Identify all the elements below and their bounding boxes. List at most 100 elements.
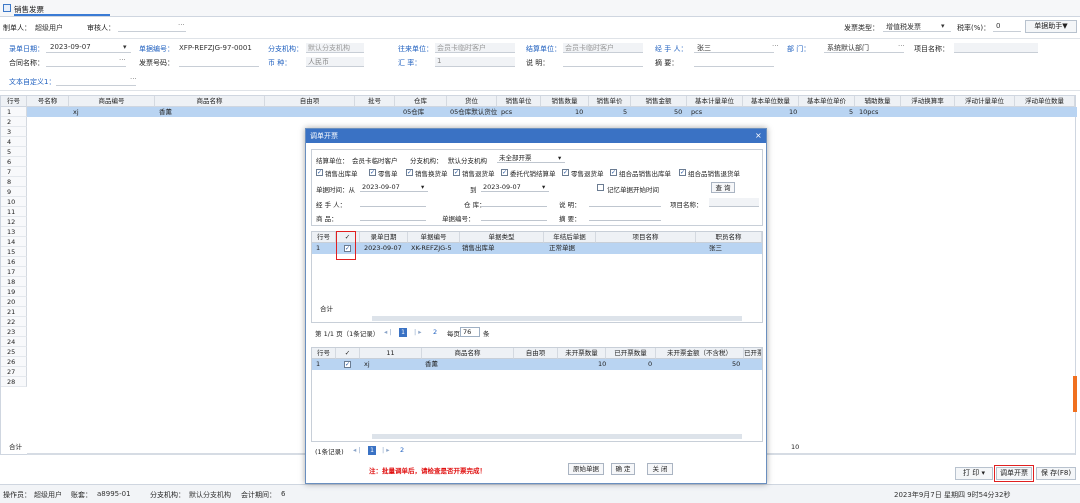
d-wh-input[interactable] — [481, 198, 547, 207]
summary-input[interactable] — [694, 57, 774, 67]
d-note-input[interactable] — [589, 198, 661, 207]
contract-input[interactable] — [46, 57, 126, 67]
grid-total-qty: 10 — [791, 443, 800, 451]
status-bar: 操作员： 超级用户 账套： a8995-01 分支机构： 默认分支机构 会计期间… — [0, 484, 1080, 503]
d-goods-input[interactable] — [360, 212, 426, 221]
date-to-value: 2023-09-07 — [483, 183, 521, 191]
period-label: 会计期间： — [241, 491, 276, 499]
grid-header: 浮动单位数量 — [1015, 96, 1075, 107]
close-button[interactable]: 关 闭 — [647, 463, 673, 475]
doc-no-value: XFP-REFZJG-97-0001 — [179, 44, 252, 52]
handler-input[interactable]: 张三 — [694, 43, 774, 53]
status-select[interactable]: 未全部开票 ▾ — [497, 154, 565, 163]
tax-input[interactable]: 0 — [993, 22, 1021, 32]
check-consign[interactable]: ✓ — [501, 169, 508, 176]
warning-text: 注：批量调单后，请检查是否开票完成！ — [369, 467, 486, 475]
project-input[interactable] — [954, 43, 1038, 53]
ok-button[interactable]: 确 定 — [611, 463, 635, 475]
page-number[interactable]: 1 — [368, 446, 376, 455]
auditor-field[interactable] — [118, 22, 186, 32]
check-combo-out[interactable]: ✓ — [610, 169, 617, 176]
close-icon[interactable]: × — [755, 131, 762, 140]
d-project-input[interactable] — [709, 198, 759, 207]
d-summary-input[interactable] — [589, 212, 661, 221]
pager-next-icon[interactable]: | ▸ — [382, 446, 390, 454]
pager-prev-icon[interactable]: ◂ | — [384, 328, 392, 336]
contract-picker-icon[interactable]: ··· — [119, 56, 126, 64]
invoice-type-label: 发票类型： — [844, 24, 879, 32]
note-input[interactable] — [563, 57, 643, 67]
t2-cell: 0 — [648, 360, 653, 368]
page-size-input[interactable]: 76 — [460, 327, 480, 337]
page-number[interactable]: 1 — [399, 328, 407, 337]
t2-row-check[interactable]: ✓ — [344, 361, 351, 368]
dept-input[interactable]: 系统默认部门 — [824, 43, 904, 53]
datetime: 2023年9月7日 星期四 9时54分32秒 — [894, 491, 1011, 499]
invoice-type-select[interactable]: 增值税发票 ▾ — [883, 22, 951, 32]
dept-value: 系统默认部门 — [827, 44, 869, 52]
check-sales-out[interactable]: ✓ — [316, 169, 323, 176]
date-to-input[interactable]: 2023-09-07 ▾ — [481, 183, 549, 192]
dept-picker-icon[interactable]: ··· — [898, 42, 905, 50]
partner-label: 往来单位： — [398, 45, 433, 53]
grid-header: 自由项 — [265, 96, 355, 107]
t1-scrollbar[interactable] — [372, 316, 742, 321]
dept-label: 部 门： — [787, 45, 811, 53]
record-date-value: 2023-09-07 — [50, 43, 91, 51]
pager-skip[interactable]: 2 — [433, 328, 437, 336]
rate-input[interactable]: 1 — [435, 57, 515, 67]
auditor-picker-icon[interactable]: ··· — [178, 21, 185, 29]
query-button[interactable]: 查 询 — [711, 182, 735, 193]
table-row[interactable] — [27, 107, 1077, 117]
t2-scrollbar[interactable] — [372, 434, 742, 439]
row-number: 8 — [1, 177, 27, 187]
check-retail[interactable]: ✓ — [369, 169, 376, 176]
d-docno-input[interactable] — [481, 212, 547, 221]
date-from-input[interactable]: 2023-09-07 ▾ — [360, 183, 428, 192]
check-retail-return[interactable]: ✓ — [562, 169, 569, 176]
assist-button[interactable]: 单据助手▼ — [1025, 20, 1077, 33]
t2-cell: 1 — [316, 360, 321, 368]
settle-input[interactable]: 会员卡临时客户 — [563, 43, 643, 53]
grid-header: 批号 — [355, 96, 395, 107]
check-exchange[interactable]: ✓ — [406, 169, 413, 176]
custom-picker-icon[interactable]: ··· — [130, 75, 137, 83]
summary-label: 摘 要： — [655, 59, 679, 67]
pager-prev-icon[interactable]: ◂ | — [353, 446, 361, 454]
print-button[interactable]: 打 印 ▾ — [955, 467, 993, 480]
pager-skip[interactable]: 2 — [400, 446, 404, 454]
record-date-input[interactable]: 2023-09-07 ▾ — [46, 43, 131, 53]
currency-input[interactable]: 人民币 — [306, 57, 364, 67]
check-return[interactable]: ✓ — [453, 169, 460, 176]
save-button[interactable]: 保 存(F8) — [1036, 467, 1076, 480]
row-number: 24 — [1, 337, 27, 347]
origin-doc-button[interactable]: 原始单据 — [568, 463, 604, 475]
grid-header: 商品名称 — [155, 96, 265, 107]
t2-header: 已开票数量 — [606, 348, 656, 359]
table-row[interactable] — [312, 359, 762, 370]
branch-input[interactable]: 默认分支机构 — [306, 43, 364, 53]
scroll-indicator[interactable] — [1073, 376, 1077, 412]
d-handler-input[interactable] — [360, 198, 426, 207]
invoice-no-input[interactable] — [179, 57, 259, 67]
handler-picker-icon[interactable]: ··· — [772, 42, 779, 50]
document-icon — [3, 4, 11, 12]
highlight-box — [336, 231, 356, 260]
remember-label: 记忆单据开始时间 — [607, 186, 659, 194]
account-label: 账套： — [71, 491, 92, 499]
partner-input[interactable]: 会员卡临时客户 — [435, 43, 515, 53]
grid-header: 商品编号 — [69, 96, 155, 107]
custom-input[interactable] — [56, 76, 136, 86]
grid-cell: pcs — [691, 108, 703, 116]
grid-header: 销售单价 — [589, 96, 631, 107]
chevron-down-icon: ▾ — [421, 183, 425, 191]
pager2-info: (1条记录) — [315, 448, 344, 456]
row-number: 6 — [1, 157, 27, 167]
currency-value: 人民币 — [308, 58, 329, 66]
check-label: 销售出库单 — [325, 170, 358, 178]
check-label: 组合品销售退货单 — [688, 170, 740, 178]
check-remember[interactable] — [597, 184, 604, 191]
pager-next-icon[interactable]: | ▸ — [414, 328, 422, 336]
check-combo-return[interactable]: ✓ — [679, 169, 686, 176]
t1-header: 项目名称 — [596, 232, 696, 243]
